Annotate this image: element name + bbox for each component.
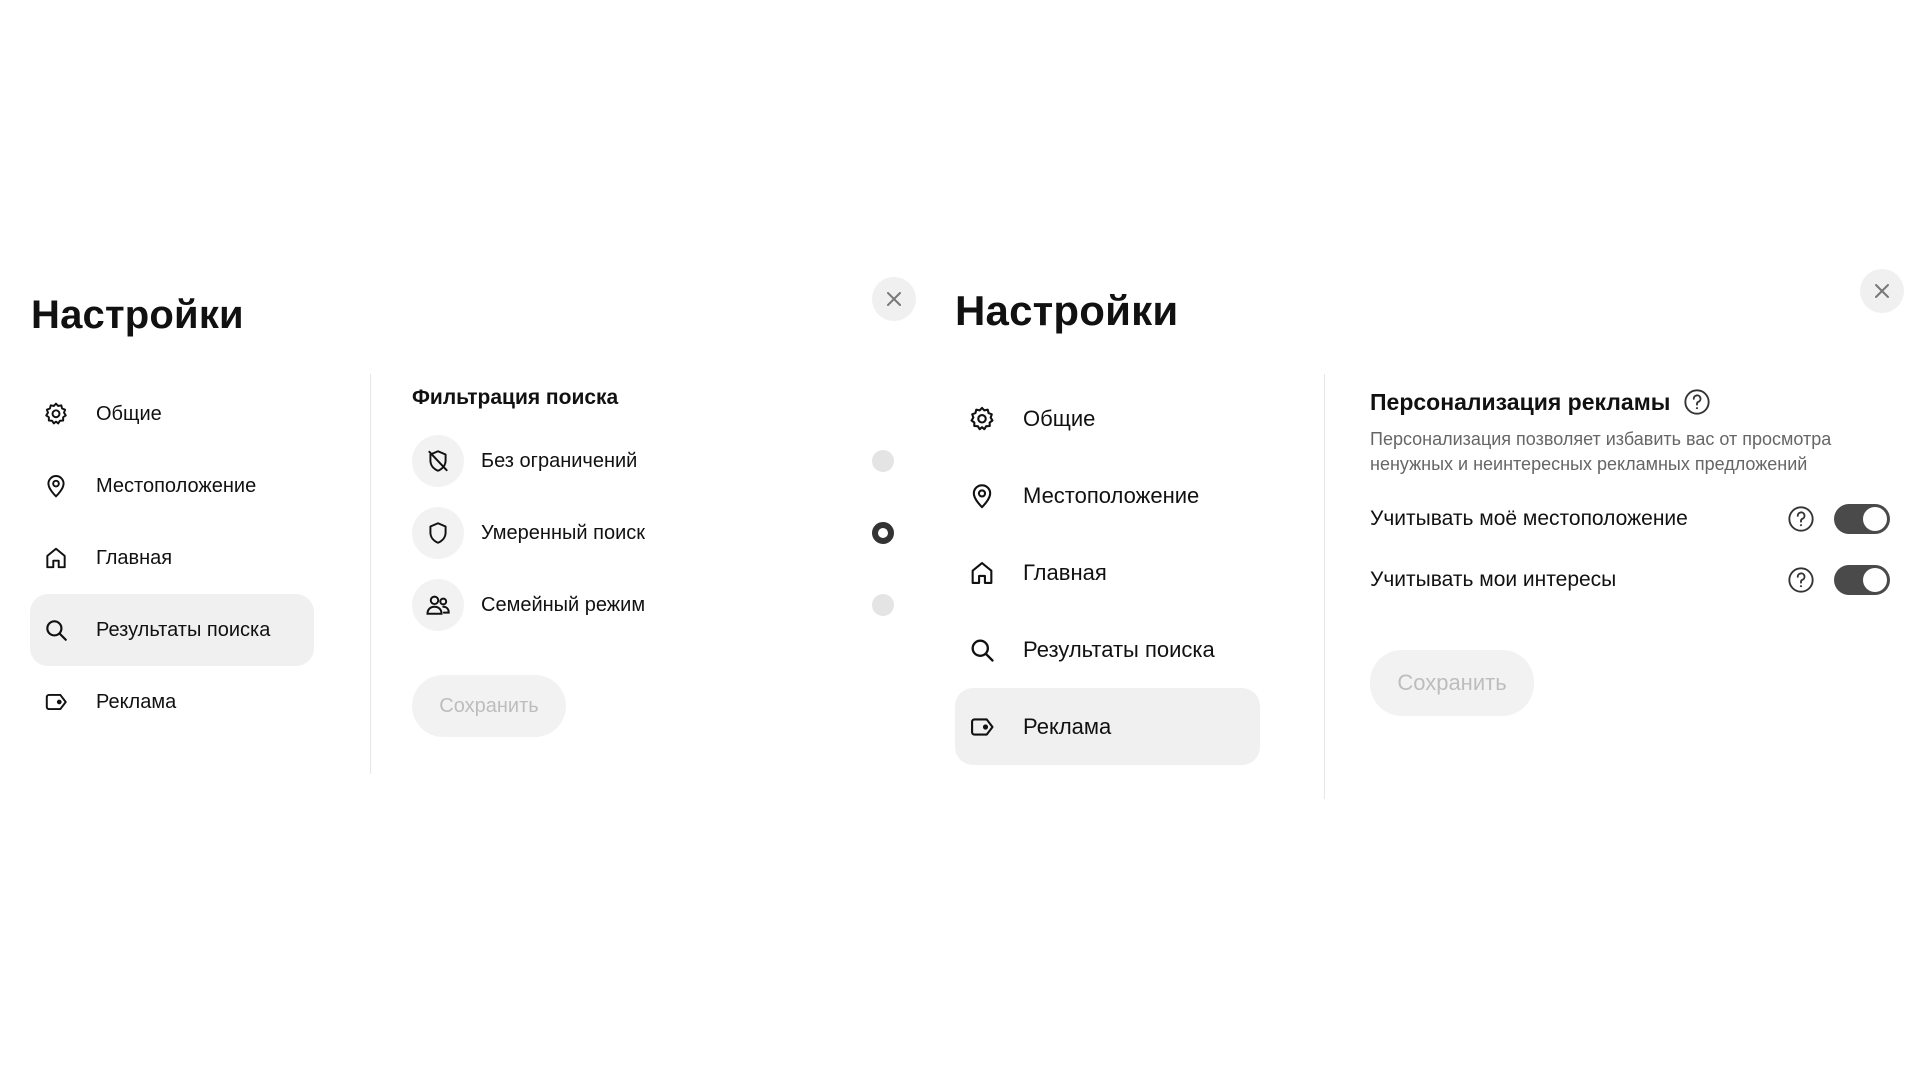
search-icon (38, 612, 74, 648)
setting-label: Учитывать моё местоположение (1370, 507, 1688, 530)
option-label: Без ограничений (481, 449, 638, 472)
help-icon[interactable] (1786, 504, 1816, 534)
option-label: Семейный режим (481, 593, 646, 616)
save-button[interactable]: Сохранить (412, 675, 566, 737)
section-title-row: Персонализация рекламы (1370, 387, 1712, 417)
setting-row-location: Учитывать моё местоположение (1370, 499, 1890, 539)
option-label: Умеренный поиск (481, 521, 645, 544)
shield-icon (412, 507, 464, 559)
home-icon (38, 540, 74, 576)
page-title: Настройки (955, 287, 1179, 334)
section-title: Фильтрация поиска (412, 386, 619, 409)
nav-item-location[interactable]: Местоположение (30, 450, 314, 522)
location-toggle[interactable] (1834, 504, 1890, 534)
nav-item-ads[interactable]: Реклама (955, 688, 1260, 765)
nav-item-label: Главная (1023, 559, 1107, 585)
filter-option-family[interactable]: Семейный режим (412, 578, 896, 632)
close-icon (1875, 284, 1889, 298)
help-icon[interactable] (1682, 387, 1712, 417)
nav-item-general[interactable]: Общие (30, 378, 314, 450)
divider (370, 374, 371, 774)
save-button[interactable]: Сохранить (1370, 650, 1534, 716)
radio-button[interactable] (872, 450, 894, 472)
location-pin-icon (964, 478, 1000, 514)
nav-item-label: Результаты поиска (1023, 636, 1215, 662)
settings-dialog-ads: Настройки Общие Местоположение Главная Р… (930, 262, 1920, 802)
toggle-knob (1863, 507, 1887, 531)
nav-item-label: Общие (1023, 405, 1096, 431)
nav-item-home[interactable]: Главная (955, 534, 1260, 611)
setting-label: Учитывать мои интересы (1370, 568, 1617, 591)
settings-nav: Общие Местоположение Главная Результаты … (30, 378, 314, 738)
close-icon (887, 292, 901, 306)
page-title: Настройки (31, 293, 244, 337)
settings-dialog-search-results: Настройки Общие Местоположение Главная Р… (0, 262, 930, 802)
nav-item-label: Местоположение (96, 474, 257, 497)
nav-item-label: Результаты поиска (96, 618, 271, 641)
settings-nav: Общие Местоположение Главная Результаты … (955, 380, 1260, 765)
nav-item-location[interactable]: Местоположение (955, 457, 1260, 534)
nav-item-ads[interactable]: Реклама (30, 666, 314, 738)
search-icon (964, 632, 1000, 668)
screen: Настройки Общие Местоположение Главная Р… (0, 0, 1920, 1080)
section-title: Персонализация рекламы (1370, 388, 1671, 415)
gear-icon (38, 396, 74, 432)
setting-row-interests: Учитывать мои интересы (1370, 560, 1890, 600)
nav-item-label: Местоположение (1023, 482, 1200, 508)
radio-button[interactable] (872, 594, 894, 616)
family-icon (412, 579, 464, 631)
nav-item-label: Общие (96, 402, 162, 425)
close-button[interactable] (872, 277, 916, 321)
nav-item-general[interactable]: Общие (955, 380, 1260, 457)
close-button[interactable] (1860, 269, 1904, 313)
nav-item-label: Главная (96, 546, 173, 569)
location-pin-icon (38, 468, 74, 504)
gear-icon (964, 401, 1000, 437)
radio-button-checked[interactable] (872, 522, 894, 544)
nav-item-label: Реклама (1023, 713, 1112, 739)
nav-item-home[interactable]: Главная (30, 522, 314, 594)
filter-option-moderate[interactable]: Умеренный поиск (412, 506, 896, 560)
ad-tag-icon (38, 684, 74, 720)
nav-item-label: Реклама (96, 690, 177, 713)
ad-tag-icon (964, 709, 1000, 745)
home-icon (964, 555, 1000, 591)
interests-toggle[interactable] (1834, 565, 1890, 595)
toggle-knob (1863, 568, 1887, 592)
divider (1324, 374, 1325, 799)
help-icon[interactable] (1786, 565, 1816, 595)
description-text: Персонализация позволяет избавить вас от… (1370, 429, 1832, 474)
nav-item-search-results[interactable]: Результаты поиска (955, 611, 1260, 688)
nav-item-search-results[interactable]: Результаты поиска (30, 594, 314, 666)
shield-off-icon (412, 435, 464, 487)
filter-option-unrestricted[interactable]: Без ограничений (412, 434, 896, 488)
